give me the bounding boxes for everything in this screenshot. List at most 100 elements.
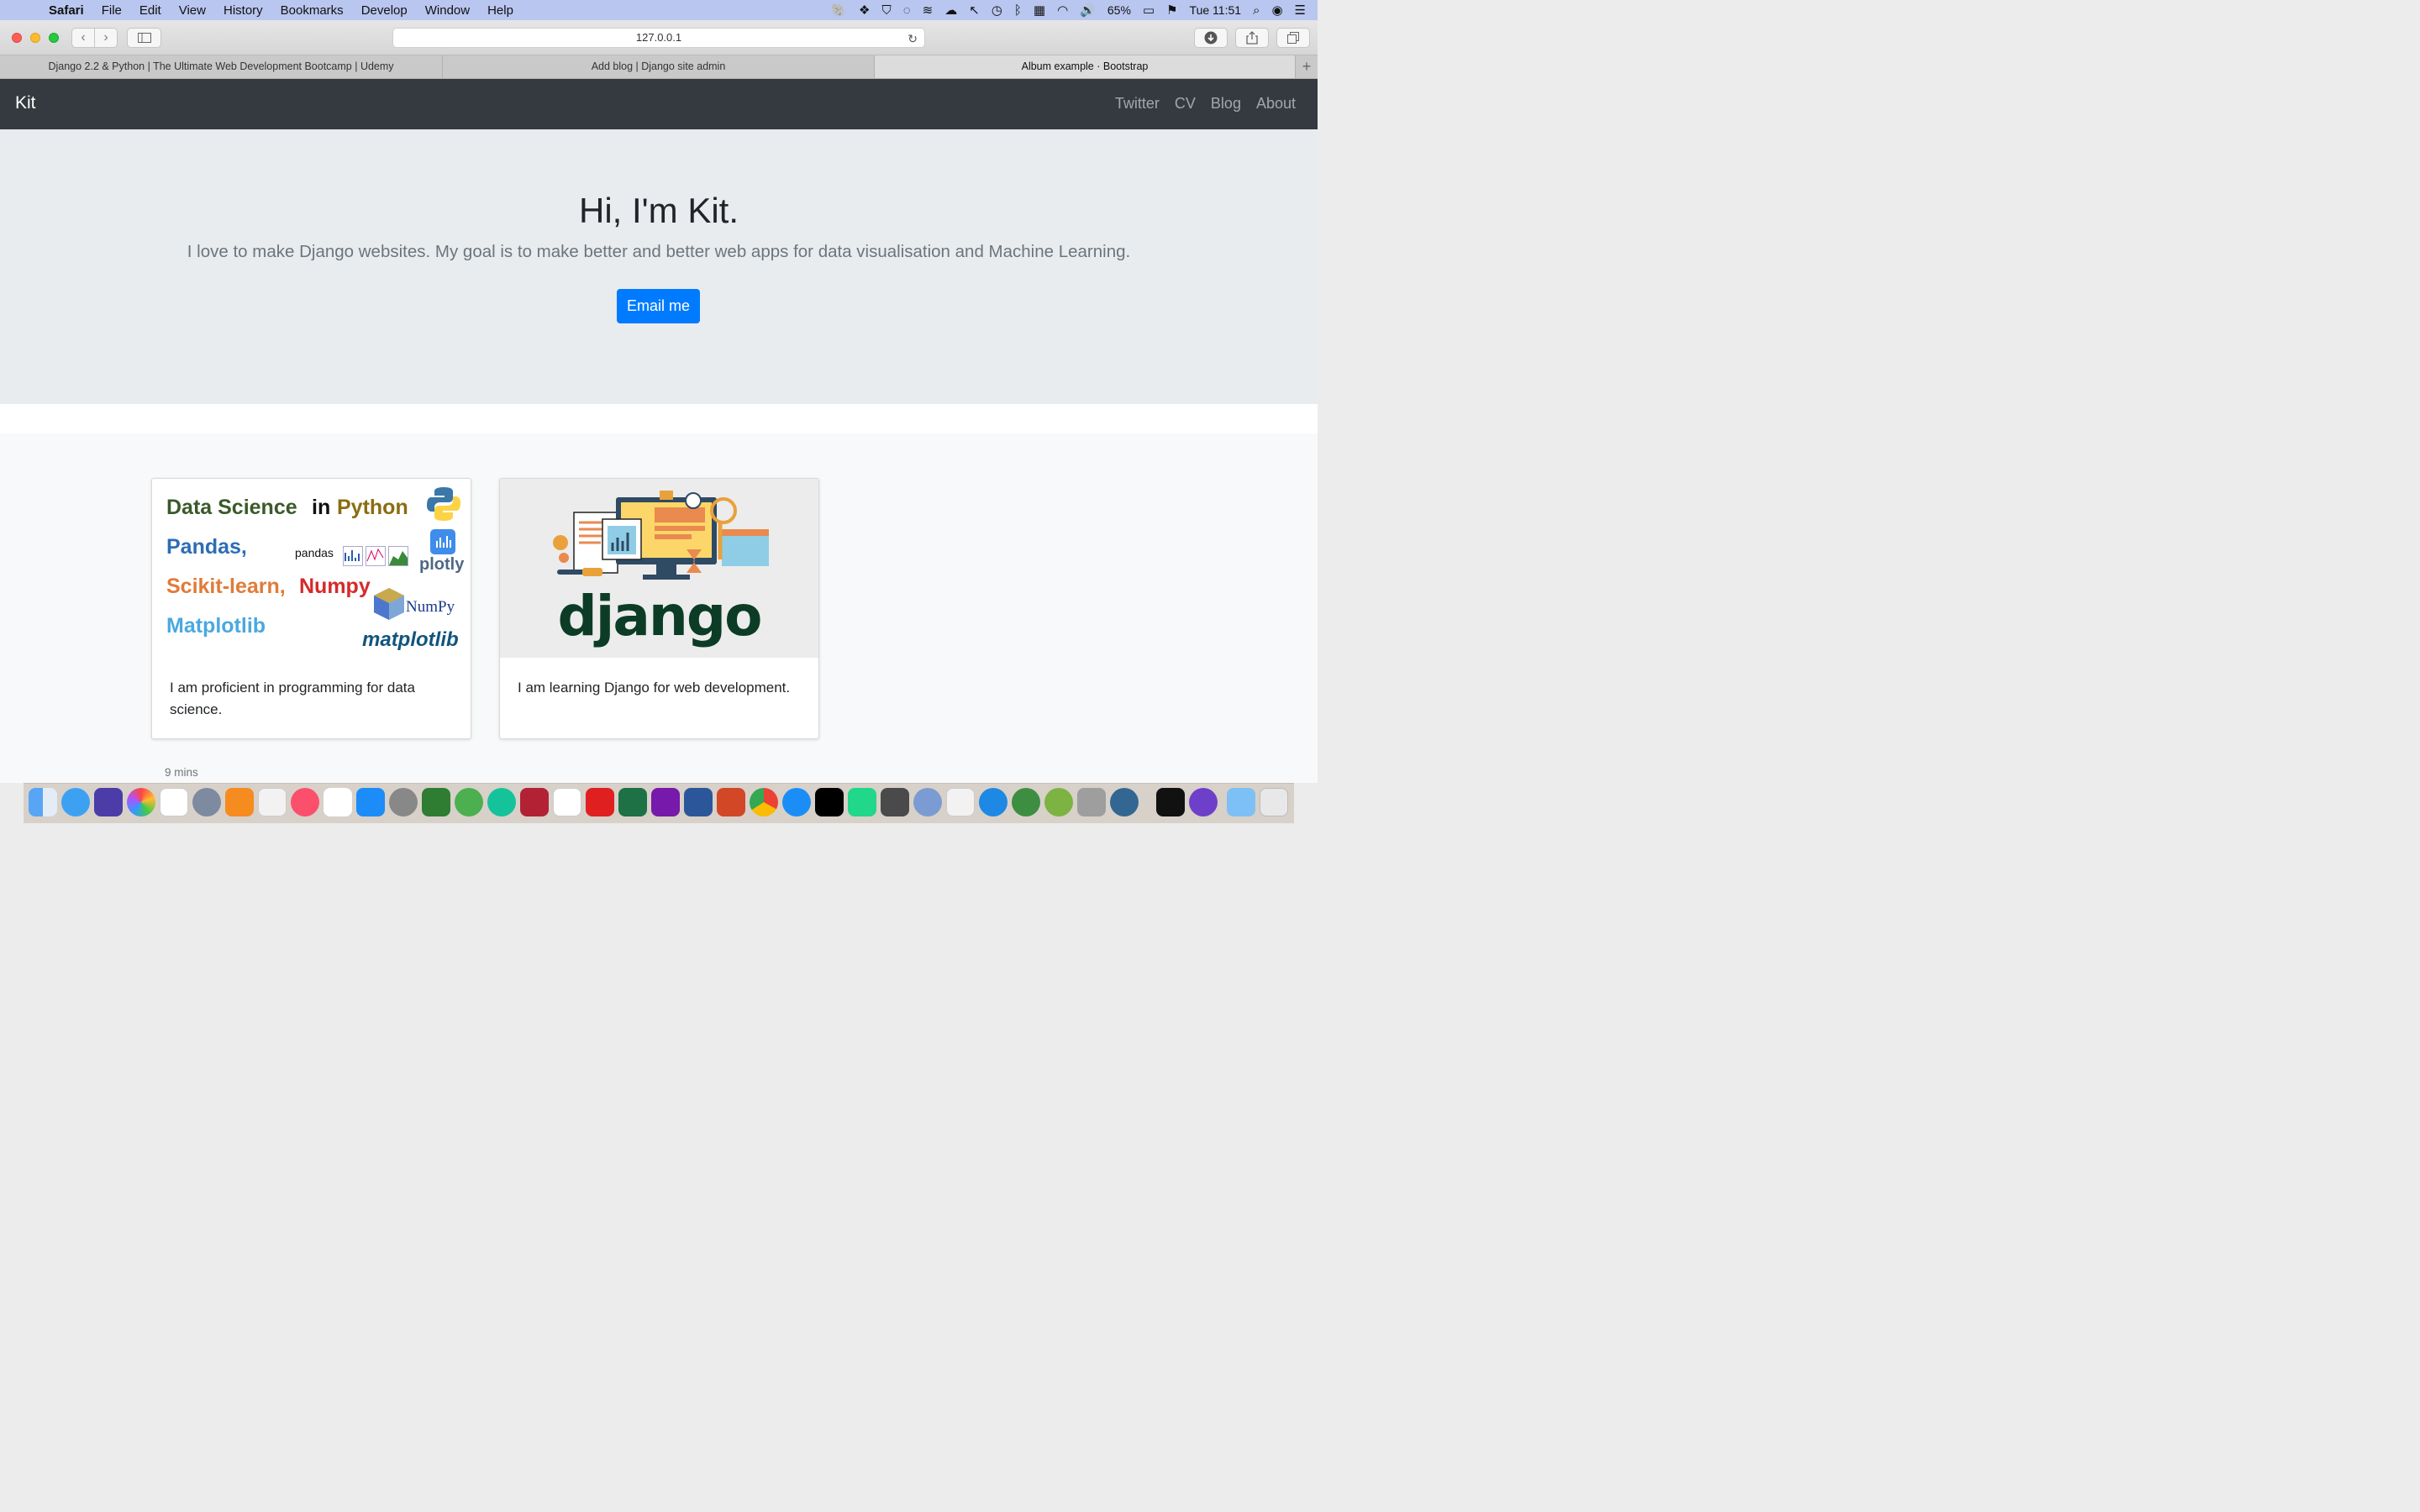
hero-jumbotron: Hi, I'm Kit. I love to make Django websi…: [0, 129, 1318, 404]
flag-icon[interactable]: ⚑: [1166, 3, 1177, 18]
menu-window[interactable]: Window: [425, 3, 470, 18]
email-me-button[interactable]: Email me: [617, 289, 700, 323]
atom-icon[interactable]: [1012, 788, 1040, 816]
wifi-icon[interactable]: ◠: [1057, 3, 1068, 18]
menu-view[interactable]: View: [179, 3, 206, 18]
battery-percent[interactable]: 65%: [1107, 3, 1131, 17]
nav-about-link[interactable]: About: [1256, 95, 1296, 113]
send-icon[interactable]: [455, 788, 483, 816]
nav-twitter-link[interactable]: Twitter: [1115, 95, 1160, 113]
adguard-icon[interactable]: [422, 788, 450, 816]
img-word-numpy: Numpy: [299, 575, 371, 598]
shield-icon[interactable]: ⛉: [881, 3, 891, 18]
cloud-upload-icon[interactable]: ☁: [944, 3, 957, 18]
postgres-elephant-icon[interactable]: [1110, 788, 1139, 816]
menu-develop[interactable]: Develop: [361, 3, 408, 18]
back-button[interactable]: ‹: [71, 28, 95, 48]
nav-cv-link[interactable]: CV: [1175, 95, 1196, 113]
menu-bookmarks[interactable]: Bookmarks: [281, 3, 344, 18]
photos-icon[interactable]: [127, 788, 155, 816]
messages-icon[interactable]: [61, 788, 90, 816]
img-word-matplotlib: Matplotlib: [166, 614, 266, 638]
safari-icon[interactable]: [782, 788, 811, 816]
chrome-icon[interactable]: [750, 788, 778, 816]
sidebar-toggle-button[interactable]: [127, 28, 161, 48]
calendar-icon[interactable]: [160, 788, 188, 816]
acrobat-icon[interactable]: [586, 788, 614, 816]
card-data-science: Data Science in Python Pandas, pandas pl: [151, 478, 471, 739]
menu-help[interactable]: Help: [487, 3, 513, 18]
menu-history[interactable]: History: [224, 3, 263, 18]
battery-icon[interactable]: ▭: [1143, 3, 1155, 18]
notification-center-icon[interactable]: ☰: [1295, 3, 1306, 18]
r-icon[interactable]: [913, 788, 942, 816]
excel-icon[interactable]: [618, 788, 647, 816]
books-icon[interactable]: [225, 788, 254, 816]
menu-file[interactable]: File: [102, 3, 122, 18]
time-machine-icon[interactable]: ◷: [992, 3, 1002, 18]
app-store-icon[interactable]: [356, 788, 385, 816]
evernote-icon[interactable]: 🐘: [831, 3, 847, 18]
tab-udemy[interactable]: Django 2.2 & Python | The Ultimate Web D…: [0, 55, 443, 78]
matplotlib-logo-text: matplotlib: [362, 628, 459, 651]
notion-icon[interactable]: [553, 788, 581, 816]
launchpad-icon[interactable]: [192, 788, 221, 816]
show-all-tabs-button[interactable]: [1276, 28, 1310, 48]
mendeley-icon[interactable]: [520, 788, 549, 816]
close-window-button[interactable]: [12, 33, 22, 43]
slack-icon[interactable]: [324, 788, 352, 816]
sidebar-icon: [137, 33, 151, 43]
share-button[interactable]: [1235, 28, 1269, 48]
folder-icon[interactable]: [1227, 788, 1255, 816]
minimize-window-button[interactable]: [30, 33, 40, 43]
volume-icon[interactable]: 🔊: [1080, 3, 1096, 18]
dropbox-icon[interactable]: ❖: [859, 3, 870, 18]
github-desktop-icon[interactable]: [1189, 788, 1218, 816]
spotlight-search-icon[interactable]: ⌕: [1253, 3, 1260, 18]
address-bar[interactable]: 127.0.0.1 ↻: [392, 28, 925, 48]
finder-icon[interactable]: [29, 788, 57, 816]
terminal-icon[interactable]: [1156, 788, 1185, 816]
tableau-icon[interactable]: [946, 788, 975, 816]
maps-pin-icon[interactable]: [979, 788, 1007, 816]
sublime-text-icon[interactable]: [881, 788, 909, 816]
downloads-button[interactable]: [1194, 28, 1228, 48]
tab-django-admin[interactable]: Add blog | Django site admin: [443, 55, 875, 78]
intellij-icon[interactable]: [815, 788, 844, 816]
img-word-scikit-learn: Scikit-learn,: [166, 575, 286, 598]
system-preferences-icon[interactable]: [389, 788, 418, 816]
site-brand[interactable]: Kit: [15, 93, 36, 113]
news-icon[interactable]: [258, 788, 287, 816]
siri-icon[interactable]: ◉: [1271, 3, 1282, 18]
chevron-right-icon: ›: [103, 30, 108, 45]
powerpoint-icon[interactable]: [717, 788, 745, 816]
spinner-icon[interactable]: ◌: [903, 3, 911, 18]
cursor-icon[interactable]: ↖: [969, 3, 980, 18]
pycharm-icon[interactable]: [848, 788, 876, 816]
bluetooth-icon[interactable]: ᛒ: [1014, 3, 1022, 18]
download-icon: [1204, 31, 1218, 45]
macos-menu-bar: Safari File Edit View History Bookmarks …: [0, 0, 1318, 20]
status-bar: 🐘 ❖ ⛉ ◌ ≋ ☁ ↖ ◷ ᛒ ▦ ◠ 🔊 65% ▭ ⚑ Tue 11:5…: [831, 0, 1318, 20]
zoom-window-button[interactable]: [49, 33, 59, 43]
forward-button[interactable]: ›: [94, 28, 118, 48]
rss-icon[interactable]: ≋: [923, 3, 934, 18]
database-icon[interactable]: [1077, 788, 1106, 816]
nav-blog-link[interactable]: Blog: [1211, 95, 1241, 113]
keyboard-icon[interactable]: ▦: [1034, 3, 1045, 18]
new-tab-button[interactable]: +: [1296, 55, 1318, 78]
reload-icon[interactable]: ↻: [908, 29, 918, 48]
grammarly-icon[interactable]: [487, 788, 516, 816]
trash-icon[interactable]: [1260, 788, 1288, 816]
tab-album-example[interactable]: Album example · Bootstrap: [875, 55, 1296, 78]
onenote-icon[interactable]: [651, 788, 680, 816]
pandas-logo-text: pandas: [295, 546, 334, 559]
python-logo-icon: [427, 487, 460, 521]
menu-edit[interactable]: Edit: [139, 3, 161, 18]
menu-app-name[interactable]: Safari: [49, 3, 84, 18]
clock[interactable]: Tue 11:51: [1190, 3, 1242, 17]
imovie-icon[interactable]: [94, 788, 123, 816]
word-icon[interactable]: [684, 788, 713, 816]
music-icon[interactable]: [291, 788, 319, 816]
circle-app-icon[interactable]: [1044, 788, 1073, 816]
